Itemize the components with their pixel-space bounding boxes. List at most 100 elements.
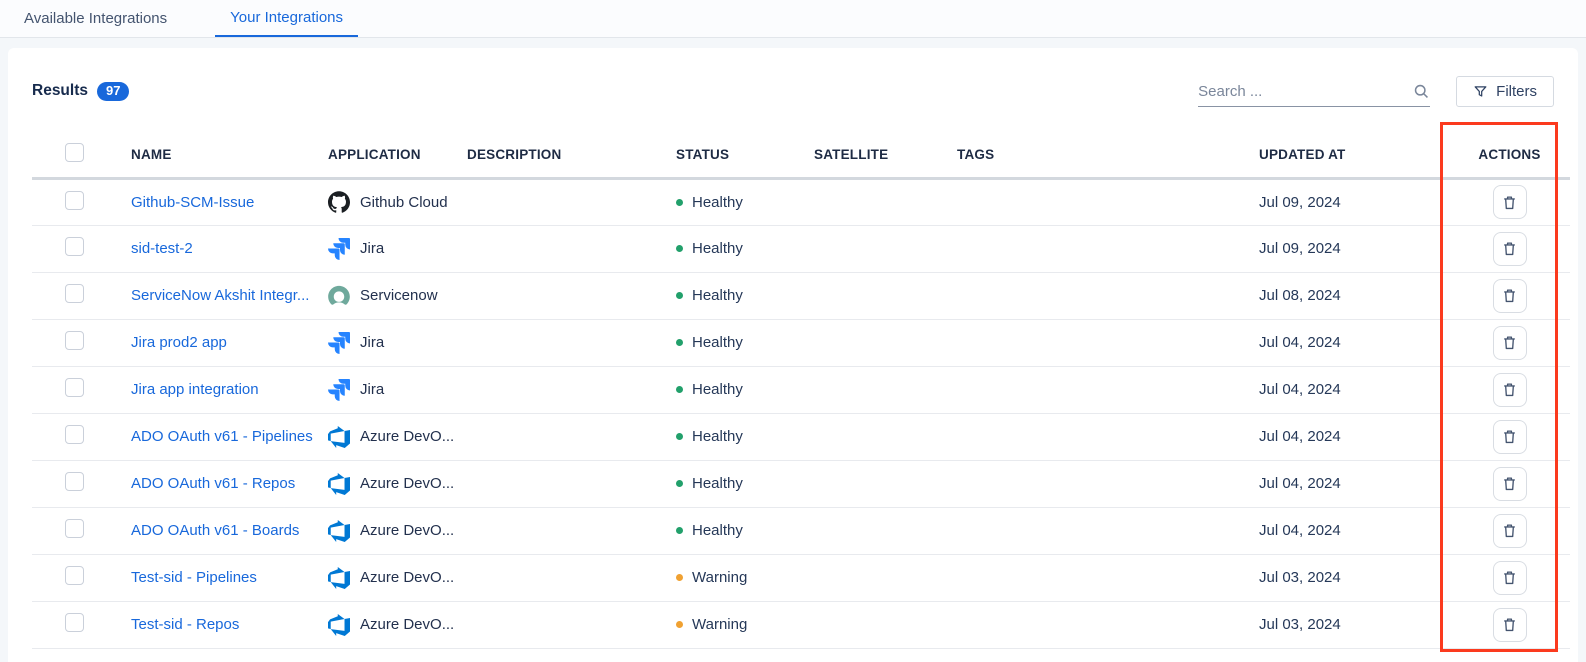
- results-count-badge: 97: [97, 82, 129, 101]
- tags-cell: [957, 225, 1259, 272]
- integration-name-link[interactable]: ADO OAuth v61 - Repos: [131, 475, 295, 492]
- delete-button[interactable]: [1493, 420, 1527, 454]
- integration-name-link[interactable]: Jira app integration: [131, 381, 259, 398]
- application-label: Jira: [360, 240, 384, 257]
- integration-name-link[interactable]: Jira prod2 app: [131, 334, 227, 351]
- status-label: Healthy: [692, 381, 743, 398]
- description-cell: [467, 507, 676, 554]
- servicenow-icon: [328, 285, 350, 307]
- table-row: sid-test-2JiraHealthyJul 09, 2024: [32, 225, 1570, 272]
- updated-at-cell: Jul 04, 2024: [1259, 507, 1449, 554]
- updated-at-cell: Jul 04, 2024: [1259, 366, 1449, 413]
- delete-button[interactable]: [1493, 608, 1527, 642]
- row-checkbox[interactable]: [65, 472, 84, 491]
- column-header-description[interactable]: DESCRIPTION: [467, 132, 676, 178]
- jira-icon: [328, 238, 350, 260]
- trash-icon: [1501, 287, 1518, 304]
- filters-button[interactable]: Filters: [1456, 76, 1554, 107]
- updated-at-cell: Jul 04, 2024: [1259, 413, 1449, 460]
- description-cell: [467, 601, 676, 648]
- select-all-checkbox[interactable]: [65, 143, 84, 162]
- status-dot: [676, 574, 683, 581]
- integration-name-link[interactable]: sid-test-2: [131, 240, 193, 257]
- column-header-status[interactable]: STATUS: [676, 132, 814, 178]
- row-checkbox[interactable]: [65, 613, 84, 632]
- tags-cell: [957, 413, 1259, 460]
- filters-label: Filters: [1496, 83, 1537, 100]
- table-row: ADO OAuth v61 - ReposAzure DevO...Health…: [32, 460, 1570, 507]
- search-input[interactable]: [1198, 83, 1413, 100]
- column-header-actions[interactable]: ACTIONS: [1449, 132, 1570, 178]
- row-checkbox[interactable]: [65, 519, 84, 538]
- description-cell: [467, 554, 676, 601]
- satellite-cell: [814, 601, 957, 648]
- application-label: Jira: [360, 381, 384, 398]
- delete-button[interactable]: [1493, 514, 1527, 548]
- satellite-cell: [814, 178, 957, 225]
- row-checkbox[interactable]: [65, 378, 84, 397]
- search-box: [1198, 83, 1430, 107]
- integration-name-link[interactable]: Test-sid - Pipelines: [131, 569, 257, 586]
- row-checkbox[interactable]: [65, 425, 84, 444]
- jira-icon: [328, 379, 350, 401]
- updated-at-cell: Jul 09, 2024: [1259, 225, 1449, 272]
- trash-icon: [1501, 428, 1518, 445]
- tags-cell: [957, 178, 1259, 225]
- delete-button[interactable]: [1493, 373, 1527, 407]
- status-label: Healthy: [692, 287, 743, 304]
- status-label: Healthy: [692, 194, 743, 211]
- column-header-application[interactable]: APPLICATION: [328, 132, 467, 178]
- table-row: Test-sid - ReposAzure DevO...WarningJul …: [32, 601, 1570, 648]
- trash-icon: [1501, 334, 1518, 351]
- integration-name-link[interactable]: ADO OAuth v61 - Pipelines: [131, 428, 313, 445]
- tab-bar: Available Integrations Your Integrations: [0, 0, 1586, 38]
- row-checkbox[interactable]: [65, 331, 84, 350]
- row-checkbox[interactable]: [65, 191, 84, 210]
- azure-devops-icon: [328, 520, 350, 542]
- integration-name-link[interactable]: Github-SCM-Issue: [131, 194, 254, 211]
- integration-name-link[interactable]: ADO OAuth v61 - Boards: [131, 522, 299, 539]
- search-icon[interactable]: [1413, 83, 1430, 100]
- application-label: Jira: [360, 334, 384, 351]
- description-cell: [467, 178, 676, 225]
- trash-icon: [1501, 240, 1518, 257]
- column-header-satellite[interactable]: SATELLITE: [814, 132, 957, 178]
- tags-cell: [957, 507, 1259, 554]
- updated-at-cell: Jul 08, 2024: [1259, 272, 1449, 319]
- row-checkbox[interactable]: [65, 284, 84, 303]
- delete-button[interactable]: [1493, 279, 1527, 313]
- status-dot: [676, 433, 683, 440]
- delete-button[interactable]: [1493, 467, 1527, 501]
- integration-name-link[interactable]: ServiceNow Akshit Integr...: [131, 287, 309, 304]
- updated-at-cell: Jul 03, 2024: [1259, 601, 1449, 648]
- status-dot: [676, 339, 683, 346]
- delete-button[interactable]: [1493, 185, 1527, 219]
- trash-icon: [1501, 569, 1518, 586]
- integration-name-link[interactable]: Test-sid - Repos: [131, 616, 239, 633]
- satellite-cell: [814, 413, 957, 460]
- trash-icon: [1501, 522, 1518, 539]
- results: Results 97: [32, 82, 129, 101]
- satellite-cell: [814, 272, 957, 319]
- column-header-name[interactable]: NAME: [131, 132, 328, 178]
- satellite-cell: [814, 225, 957, 272]
- row-checkbox[interactable]: [65, 237, 84, 256]
- delete-button[interactable]: [1493, 326, 1527, 360]
- status-dot: [676, 527, 683, 534]
- github-icon: [328, 191, 350, 213]
- trash-icon: [1501, 194, 1518, 211]
- delete-button[interactable]: [1493, 232, 1527, 266]
- tags-cell: [957, 319, 1259, 366]
- description-cell: [467, 319, 676, 366]
- status-label: Warning: [692, 616, 747, 633]
- tab-available-integrations[interactable]: Available Integrations: [24, 0, 167, 37]
- table-row: Jira prod2 appJiraHealthyJul 04, 2024: [32, 319, 1570, 366]
- delete-button[interactable]: [1493, 561, 1527, 595]
- column-header-tags[interactable]: TAGS: [957, 132, 1259, 178]
- tab-label: Available Integrations: [24, 10, 167, 27]
- row-checkbox[interactable]: [65, 566, 84, 585]
- tab-label: Your Integrations: [230, 9, 343, 26]
- description-cell: [467, 366, 676, 413]
- tab-your-integrations[interactable]: Your Integrations: [215, 0, 358, 37]
- column-header-updated-at[interactable]: UPDATED AT: [1259, 132, 1449, 178]
